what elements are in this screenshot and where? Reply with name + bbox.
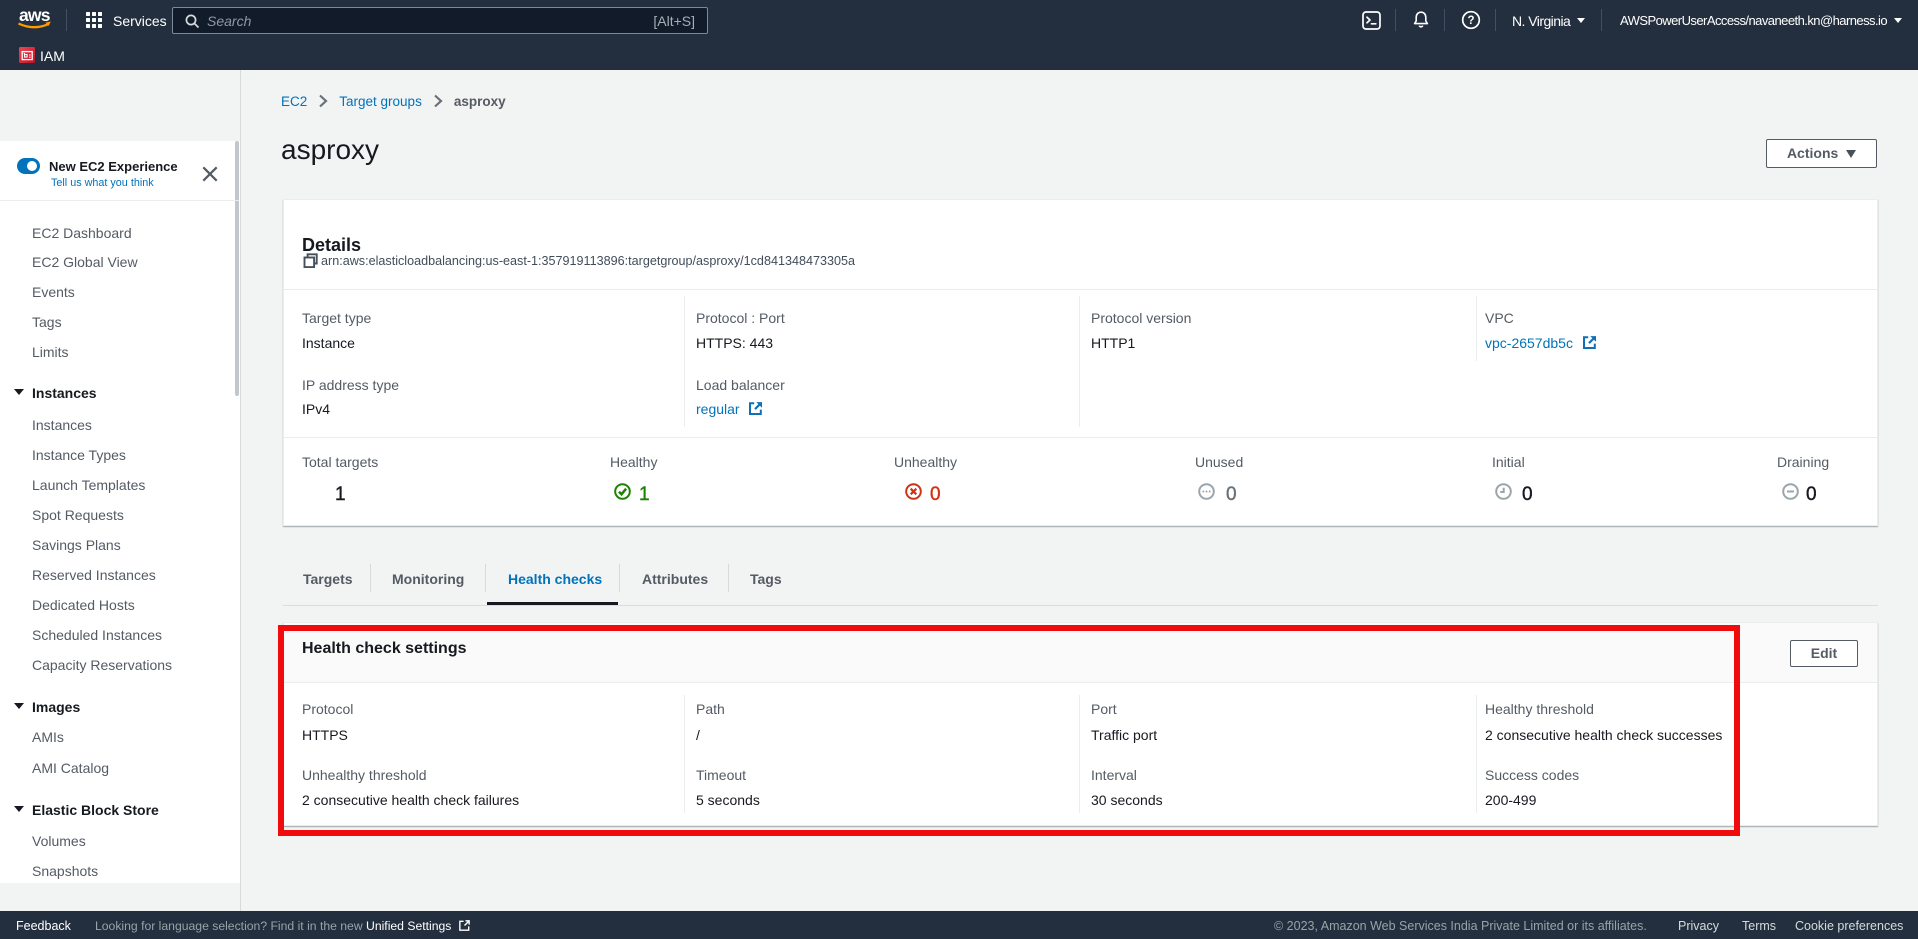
svg-text:aws: aws [19, 5, 51, 25]
svg-text:?: ? [1467, 15, 1474, 27]
